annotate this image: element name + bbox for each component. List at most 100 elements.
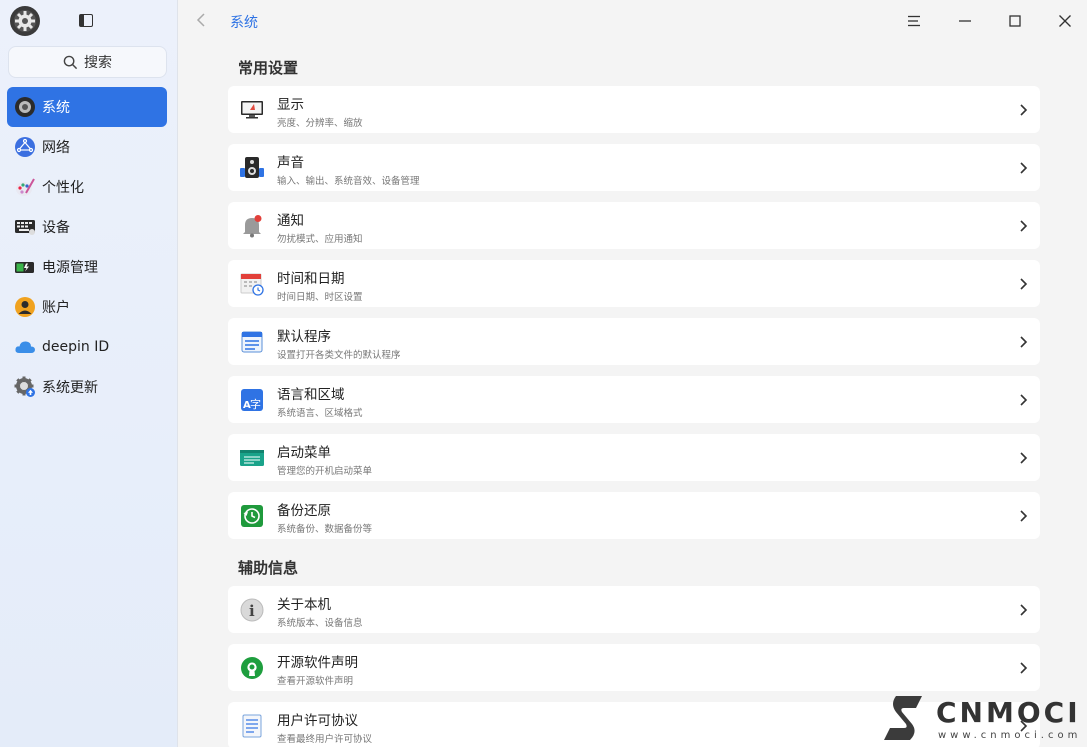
item-subtitle: 系统备份、数据备份等 (277, 524, 373, 535)
network-icon (14, 136, 36, 158)
sidebar-item-label: deepin ID (42, 339, 110, 355)
titlebar: 系统 (178, 0, 1087, 42)
settings-item-datetime[interactable]: 时间和日期 时间日期、时区设置 (228, 260, 1040, 307)
section-title-info: 辅助信息 (238, 559, 299, 577)
power-icon (14, 256, 36, 278)
item-subtitle: 查看开源软件声明 (277, 676, 354, 687)
chevron-right-icon (1018, 160, 1028, 174)
item-title: 启动菜单 (277, 445, 331, 461)
chevron-right-icon (1018, 392, 1028, 406)
item-title: 通知 (277, 213, 304, 229)
settings-item-backup[interactable]: 备份还原 系统备份、数据备份等 (228, 492, 1040, 539)
sidebar-toggle-icon[interactable] (79, 14, 93, 27)
settings-item-display[interactable]: 显示 亮度、分辨率、缩放 (228, 86, 1040, 133)
item-title: 时间和日期 (277, 271, 345, 287)
main-content: 常用设置 显示 亮度、分辨率、缩放 声音 输入、输出、系统音效、设备管理 通知 … (228, 50, 1040, 747)
opensource-icon (240, 656, 264, 680)
sidebar-item-personalization[interactable]: 个性化 (7, 167, 167, 207)
sidebar-item-label: 个性化 (42, 180, 84, 196)
item-subtitle: 输入、输出、系统音效、设备管理 (277, 176, 420, 187)
maximize-icon (1009, 15, 1021, 27)
settings-item-opensource[interactable]: 开源软件声明 查看开源软件声明 (228, 644, 1040, 691)
sidebar-item-network[interactable]: 网络 (7, 127, 167, 167)
back-button[interactable] (196, 12, 212, 30)
settings-item-default-apps[interactable]: 默认程序 设置打开各类文件的默认程序 (228, 318, 1040, 365)
watermark: CNMOCI www.cnmoci.com (880, 694, 1084, 744)
sidebar-item-device[interactable]: 设备 (7, 207, 167, 247)
item-subtitle: 勿扰模式、应用通知 (277, 234, 363, 245)
language-icon: A字 (240, 388, 264, 412)
search-icon (63, 55, 78, 69)
settings-gear-icon (10, 6, 40, 36)
svg-text:字: 字 (250, 397, 261, 411)
sidebar-item-power[interactable]: 电源管理 (7, 247, 167, 287)
menu-button[interactable] (904, 11, 924, 31)
sidebar: 搜索 系统 网络 个性化 设备 电源管理 账户 deepin ID 系统更新 (0, 0, 178, 747)
chevron-right-icon (1018, 450, 1028, 464)
default-apps-icon (240, 330, 264, 354)
sidebar-item-label: 网络 (42, 140, 70, 156)
section-title-common: 常用设置 (238, 59, 299, 77)
chevron-right-icon (1018, 660, 1028, 674)
close-button[interactable] (1055, 11, 1075, 31)
sidebar-item-label: 电源管理 (42, 260, 98, 276)
settings-item-language[interactable]: A字 语言和区域 系统语言、区域格式 (228, 376, 1040, 423)
item-title: 备份还原 (277, 503, 331, 519)
item-title: 关于本机 (277, 597, 331, 613)
minimize-button[interactable] (955, 11, 975, 31)
system-icon (14, 96, 36, 118)
sidebar-item-label: 系统 (42, 100, 70, 116)
item-title: 开源软件声明 (277, 655, 358, 671)
watermark-text: CNMOCI (936, 696, 1081, 729)
watermark-url: www.cnmoci.com (938, 730, 1082, 741)
close-icon (1059, 15, 1071, 27)
license-icon (240, 714, 264, 738)
item-subtitle: 时间日期、时区设置 (277, 292, 363, 303)
settings-item-sound[interactable]: 声音 输入、输出、系统音效、设备管理 (228, 144, 1040, 191)
maximize-button[interactable] (1005, 11, 1025, 31)
item-subtitle: 系统语言、区域格式 (277, 408, 363, 419)
item-title: 默认程序 (277, 329, 331, 345)
item-subtitle: 设置打开各类文件的默认程序 (277, 350, 401, 361)
chevron-right-icon (1018, 276, 1028, 290)
item-subtitle: 管理您的开机启动菜单 (277, 466, 373, 477)
chevron-right-icon (1018, 218, 1028, 232)
cloud-icon (14, 336, 36, 358)
chevron-left-icon (196, 13, 205, 27)
settings-item-notification[interactable]: 通知 勿扰模式、应用通知 (228, 202, 1040, 249)
sidebar-item-update[interactable]: 系统更新 (7, 367, 167, 407)
chevron-right-icon (1018, 102, 1028, 116)
sidebar-item-label: 设备 (42, 220, 70, 236)
item-subtitle: 系统版本、设备信息 (277, 618, 363, 629)
notification-icon (240, 214, 264, 238)
sidebar-item-deepin-id[interactable]: deepin ID (7, 327, 167, 367)
settings-item-about[interactable]: i 关于本机 系统版本、设备信息 (228, 586, 1040, 633)
sound-icon (240, 156, 264, 180)
sidebar-item-system[interactable]: 系统 (7, 87, 167, 127)
watermark-logo-icon (884, 696, 922, 740)
account-icon (14, 296, 36, 318)
minimize-icon (959, 20, 971, 22)
sidebar-item-account[interactable]: 账户 (7, 287, 167, 327)
sidebar-nav: 系统 网络 个性化 设备 电源管理 账户 deepin ID 系统更新 (7, 87, 167, 407)
sidebar-item-label: 系统更新 (42, 380, 98, 396)
svg-text:i: i (249, 602, 255, 620)
boot-menu-icon (240, 446, 264, 470)
calendar-icon (240, 272, 264, 296)
chevron-right-icon (1018, 602, 1028, 616)
settings-item-boot-menu[interactable]: 启动菜单 管理您的开机启动菜单 (228, 434, 1040, 481)
backup-icon (240, 504, 264, 528)
display-icon (240, 98, 264, 122)
item-title: 显示 (277, 97, 304, 113)
search-input[interactable]: 搜索 (8, 46, 167, 78)
chevron-right-icon (1018, 334, 1028, 348)
device-icon (14, 216, 36, 238)
item-title: 语言和区域 (277, 387, 345, 403)
item-title: 用户许可协议 (277, 713, 358, 729)
info-icon: i (240, 598, 264, 622)
update-icon (14, 376, 36, 398)
chevron-right-icon (1018, 508, 1028, 522)
sidebar-item-label: 账户 (42, 300, 70, 316)
search-label: 搜索 (84, 55, 112, 71)
personalization-icon (14, 176, 36, 198)
